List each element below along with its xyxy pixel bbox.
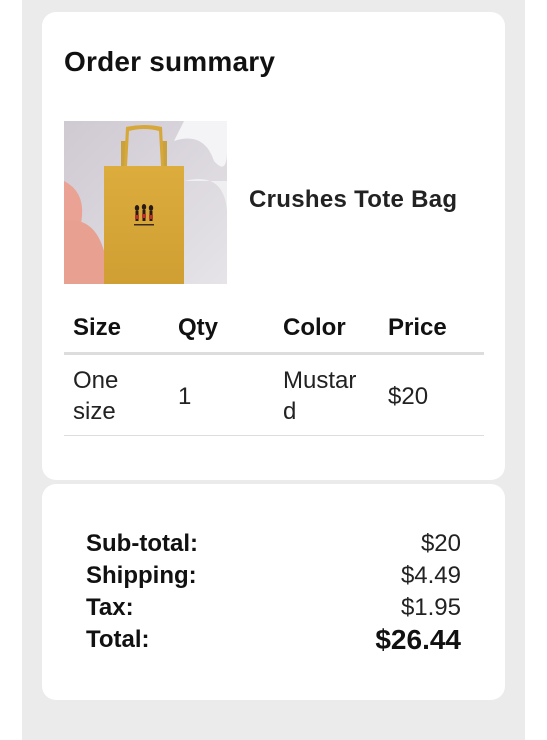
header-size: Size bbox=[64, 308, 169, 355]
subtotal-label: Sub-total: bbox=[86, 530, 198, 557]
shipping-value: $4.49 bbox=[400, 562, 461, 589]
tax-label: Tax: bbox=[86, 594, 134, 621]
size-value: One size bbox=[73, 367, 119, 425]
product-name: Crushes Tote Bag bbox=[249, 186, 458, 213]
price-value: $20 bbox=[379, 353, 484, 436]
order-summary-card: Order summary Crushes Tote Bag Size Qty … bbox=[42, 12, 505, 480]
totals-card: Sub-total: $20 Shipping: $4.49 Tax: $1.9… bbox=[42, 484, 505, 700]
total-label: Total: bbox=[86, 626, 150, 653]
tax-row: Tax: $1.95 bbox=[86, 592, 461, 624]
color-value: Mustard bbox=[283, 367, 357, 425]
cell-size: One size bbox=[64, 353, 169, 436]
header-price: Price bbox=[379, 308, 484, 355]
cell-color: Mustard bbox=[274, 353, 379, 436]
shipping-row: Shipping: $4.49 bbox=[86, 560, 461, 592]
qty-value: 1 bbox=[169, 353, 274, 436]
header-qty: Qty bbox=[169, 308, 274, 355]
table-header-row: Size Qty Color Price bbox=[64, 308, 484, 355]
order-summary-title: Order summary bbox=[64, 46, 276, 77]
tax-value: $1.95 bbox=[400, 594, 461, 621]
tote-bag-image bbox=[64, 121, 227, 284]
subtotal-value: $20 bbox=[420, 530, 461, 557]
checkout-page: Order summary Crushes Tote Bag Size Qty … bbox=[22, 0, 525, 740]
order-items-table: Size Qty Color Price One size 1 Mustard … bbox=[64, 308, 484, 436]
shipping-label: Shipping: bbox=[86, 562, 197, 589]
totals-list: Sub-total: $20 Shipping: $4.49 Tax: $1.9… bbox=[86, 528, 461, 656]
table-row: One size 1 Mustard $20 bbox=[64, 353, 484, 436]
total-value: $26.44 bbox=[375, 624, 461, 655]
header-color: Color bbox=[274, 308, 379, 355]
subtotal-row: Sub-total: $20 bbox=[86, 528, 461, 560]
total-row: Total: $26.44 bbox=[86, 624, 461, 656]
